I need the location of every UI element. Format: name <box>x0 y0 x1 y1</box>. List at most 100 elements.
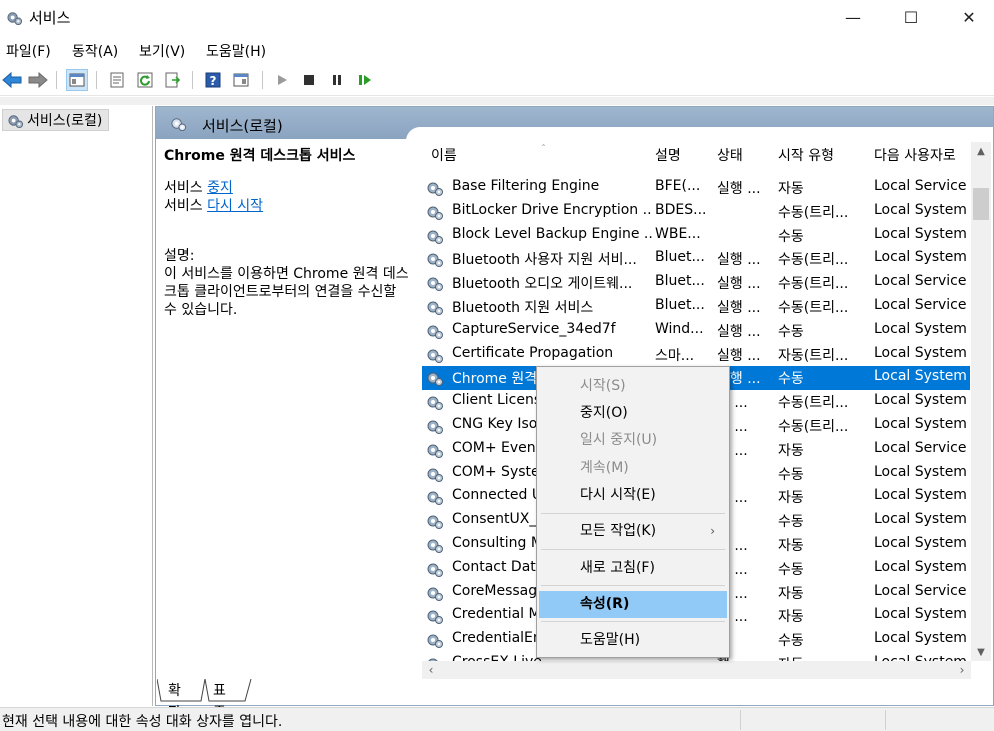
cell-logon: Local System <box>874 368 967 385</box>
selected-service-name: Chrome 원격 데스크톱 서비스 <box>164 148 356 164</box>
column-header-status[interactable]: 상태 <box>717 142 743 170</box>
restart-service-icon[interactable] <box>354 69 376 91</box>
cell-startup: 자동 <box>778 585 804 602</box>
cell-startup: 자동 <box>778 490 804 507</box>
restart-service-link[interactable]: 다시 시작 <box>207 198 263 214</box>
horizontal-scrollbar[interactable]: ‹ › <box>422 661 971 679</box>
cell-status: 실행 ... <box>717 181 761 197</box>
table-row[interactable]: Bluetooth 오디오 게이트웨... Bluet... 실행 ... 수동(트리… <box>422 271 970 295</box>
cell-logon: Local Service <box>874 297 967 313</box>
show-hide-console-tree-icon[interactable] <box>66 69 88 91</box>
menu-file[interactable]: 파일(F) <box>6 41 51 61</box>
start-service-icon[interactable] <box>271 69 293 91</box>
cell-logon: Local System <box>874 392 967 409</box>
tree-node-label: 서비스(로컬) <box>27 113 103 129</box>
service-gear-icon <box>427 349 443 363</box>
table-row[interactable]: Base Filtering Engine BFE(... 실행 ... 자동 Loca… <box>422 176 970 200</box>
svg-text:?: ? <box>210 74 217 88</box>
service-gear-icon <box>427 277 443 292</box>
cell-startup: 자동(트리... <box>778 347 849 364</box>
service-gear-icon <box>427 230 443 244</box>
cell-name: Base Filtering Engine <box>452 178 600 194</box>
cell-desc: Bluet... <box>655 249 705 266</box>
minimize-button[interactable]: — <box>824 0 882 34</box>
description-label: 설명: <box>164 248 195 264</box>
cell-name: Bluetooth 지원 서비스 <box>452 300 594 316</box>
scroll-right-icon[interactable]: › <box>953 661 971 679</box>
tab-standard[interactable]: 표준 <box>213 680 226 721</box>
table-row[interactable]: Block Level Backup Engine ... WBE... 수동 Loc… <box>422 224 970 248</box>
service-gear-icon <box>427 325 443 339</box>
cell-status: 실행 ... <box>717 347 761 364</box>
menu-item-refresh[interactable]: 새로 고침(F) <box>539 555 727 582</box>
scrollbar-thumb[interactable] <box>973 188 989 220</box>
cell-logon: Local Service <box>874 439 967 456</box>
cell-status: 실행 ... <box>717 300 761 316</box>
stop-service-icon[interactable] <box>298 69 320 91</box>
menu-item-resume[interactable]: 계속(M) <box>539 455 727 482</box>
cell-startup: 수동(트리... <box>778 395 849 412</box>
refresh-icon[interactable] <box>134 69 156 91</box>
menu-item-restart[interactable]: 다시 시작(E) <box>539 482 727 509</box>
menu-item-all-tasks[interactable]: 모든 작업(K) › <box>539 518 727 545</box>
column-header-startup-type[interactable]: 시작 유형 <box>778 142 834 170</box>
properties-icon[interactable] <box>106 69 128 91</box>
cell-status: 실행 ... <box>717 323 761 340</box>
menu-item-pause[interactable]: 일시 중지(U) <box>539 427 727 454</box>
service-gear-icon <box>427 587 443 601</box>
scroll-left-icon[interactable]: ‹ <box>422 661 440 679</box>
cell-name: Bluetooth 사용자 지원 서비... <box>452 252 637 269</box>
stop-service-link[interactable]: 중지 <box>207 180 233 196</box>
cell-startup: 수동(트리... <box>778 276 849 293</box>
forward-icon[interactable] <box>27 69 49 91</box>
toolbar: ? <box>0 64 994 96</box>
tab-extended[interactable]: 확장 <box>168 680 181 721</box>
maximize-button[interactable]: ☐ <box>882 0 940 34</box>
cell-startup: 자동 <box>778 442 804 459</box>
services-gear-icon <box>8 115 24 129</box>
menu-item-properties[interactable]: 속성(R) <box>539 591 727 618</box>
tree-node-services-local[interactable]: 서비스(로컬) <box>2 109 110 131</box>
menu-view[interactable]: 보기(V) <box>139 41 185 61</box>
cell-logon: Local System <box>874 606 967 623</box>
menu-item-start[interactable]: 시작(S) <box>539 373 727 400</box>
toolbar-divider <box>0 97 994 105</box>
cell-name: BitLocker Drive Encryption ... <box>452 201 652 218</box>
cell-logon: Local System <box>874 225 967 242</box>
vertical-scrollbar[interactable]: ▲ ▼ <box>971 142 991 661</box>
menu-help[interactable]: 도움말(H) <box>206 41 266 61</box>
service-gear-icon <box>427 515 443 530</box>
cell-logon: Local System <box>874 487 967 504</box>
menu-item-stop[interactable]: 중지(O) <box>539 400 727 427</box>
table-row[interactable]: Certificate Propagation 스마... 실행 ... 자동(트리.… <box>422 343 970 367</box>
show-action-pane-icon[interactable] <box>230 69 252 91</box>
status-bar: 현재 선택 내용에 대한 속성 대화 상자를 엽니다. <box>0 707 994 731</box>
sort-ascending-icon: ˆ <box>541 144 546 155</box>
export-list-icon[interactable] <box>162 69 184 91</box>
column-header-name[interactable]: 이름 ˆ <box>431 142 546 170</box>
column-header-description[interactable]: 설명 <box>655 142 681 170</box>
status-text: 현재 선택 내용에 대한 속성 대화 상자를 엽니다. <box>2 714 283 730</box>
menu-action[interactable]: 동작(A) <box>72 41 118 61</box>
column-header-log-on-as[interactable]: 다음 사용자로 <box>874 142 956 170</box>
pause-service-icon[interactable] <box>326 69 348 91</box>
close-button[interactable]: ✕ <box>940 0 994 34</box>
cell-desc: Bluet... <box>655 273 705 290</box>
cell-startup: 수동(트리... <box>778 300 849 316</box>
service-description-panel: Chrome 원격 데스크톱 서비스 서비스 중지 서비스 다시 시작 설명: … <box>164 148 409 318</box>
table-row[interactable]: Bluetooth 지원 서비스 Bluet... 실행 ... 수동(트리... Lo… <box>422 295 970 319</box>
cell-logon: Local System <box>874 201 967 218</box>
service-gear-icon <box>427 372 443 387</box>
table-row[interactable]: Bluetooth 사용자 지원 서비... Bluet... 실행 ... 수동(트… <box>422 247 970 271</box>
cell-startup: 수동(트리... <box>778 419 849 435</box>
services-gear-icon <box>171 118 187 132</box>
back-icon[interactable] <box>1 69 23 91</box>
table-row[interactable]: CaptureService_34ed7f Wind... 실행 ... 수동 Loca… <box>422 319 970 343</box>
menu-item-help[interactable]: 도움말(H) <box>539 627 727 654</box>
help-icon[interactable]: ? <box>202 69 224 91</box>
scroll-up-icon[interactable]: ▲ <box>971 142 991 160</box>
table-row[interactable]: BitLocker Drive Encryption ... BDES... 수동(… <box>422 200 970 224</box>
services-gear-icon <box>7 12 23 26</box>
service-gear-icon <box>427 491 443 506</box>
scroll-down-icon[interactable]: ▼ <box>971 643 991 661</box>
